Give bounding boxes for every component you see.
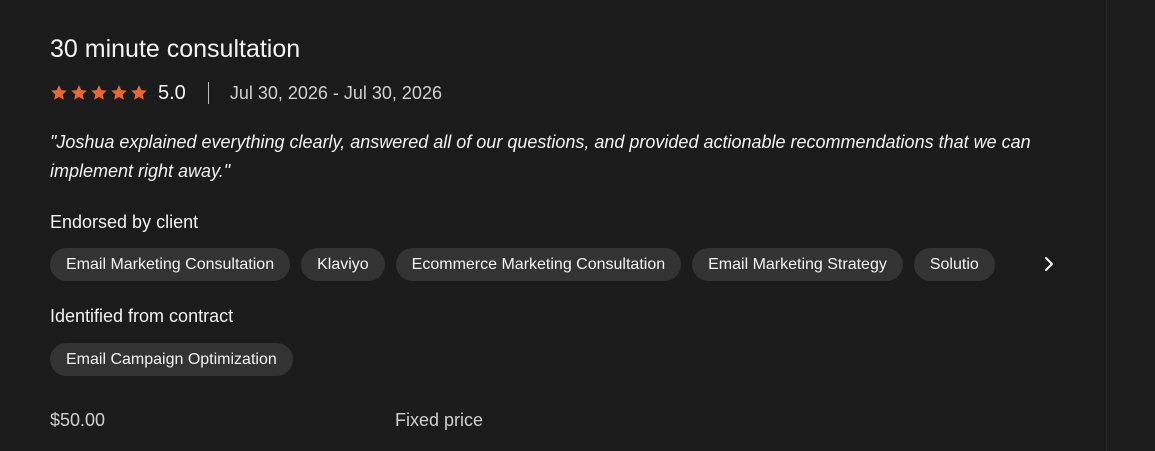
skills-scroll-right-button[interactable] [1036,251,1062,277]
identified-label: Identified from contract [50,306,234,326]
review-quote: "Joshua explained everything clearly, an… [50,132,1031,181]
review-page: 30 minute consultation 5.0 Jul 30, 2026 … [0,0,1155,451]
endorsed-label: Endorsed by client [50,212,199,232]
job-title: 30 minute consultation [50,35,301,63]
star-rating [50,84,148,102]
rating-value: 5.0 [158,81,186,104]
star-icon [131,85,147,100]
skill-chip: Ecommerce Marketing Consultation [395,248,682,281]
price-amount: $50.00 [50,410,106,430]
meta-divider [207,82,209,104]
star-icon [71,85,87,100]
star-icon [51,85,67,100]
price-type: Fixed price [395,410,484,430]
skill-chip: Email Marketing Strategy [692,248,903,281]
contract-dates: Jul 30, 2026 - Jul 30, 2026 [229,82,442,103]
skill-chip: Email Marketing Consultation [50,248,291,281]
star-icon [111,85,127,100]
skill-chip: Solutio [913,248,995,281]
review-meta: 5.0 Jul 30, 2026 - Jul 30, 2026 [50,80,442,106]
star-icon [91,85,107,100]
endorsed-skills: Email Marketing Consultation Klaviyo Eco… [50,248,1055,281]
skill-chip: Email Campaign Optimization [50,343,293,376]
identified-skills: Email Campaign Optimization [50,343,293,376]
skill-chip: Klaviyo [301,248,385,281]
chevron-right-icon [1045,257,1053,271]
side-panel [1107,0,1155,451]
